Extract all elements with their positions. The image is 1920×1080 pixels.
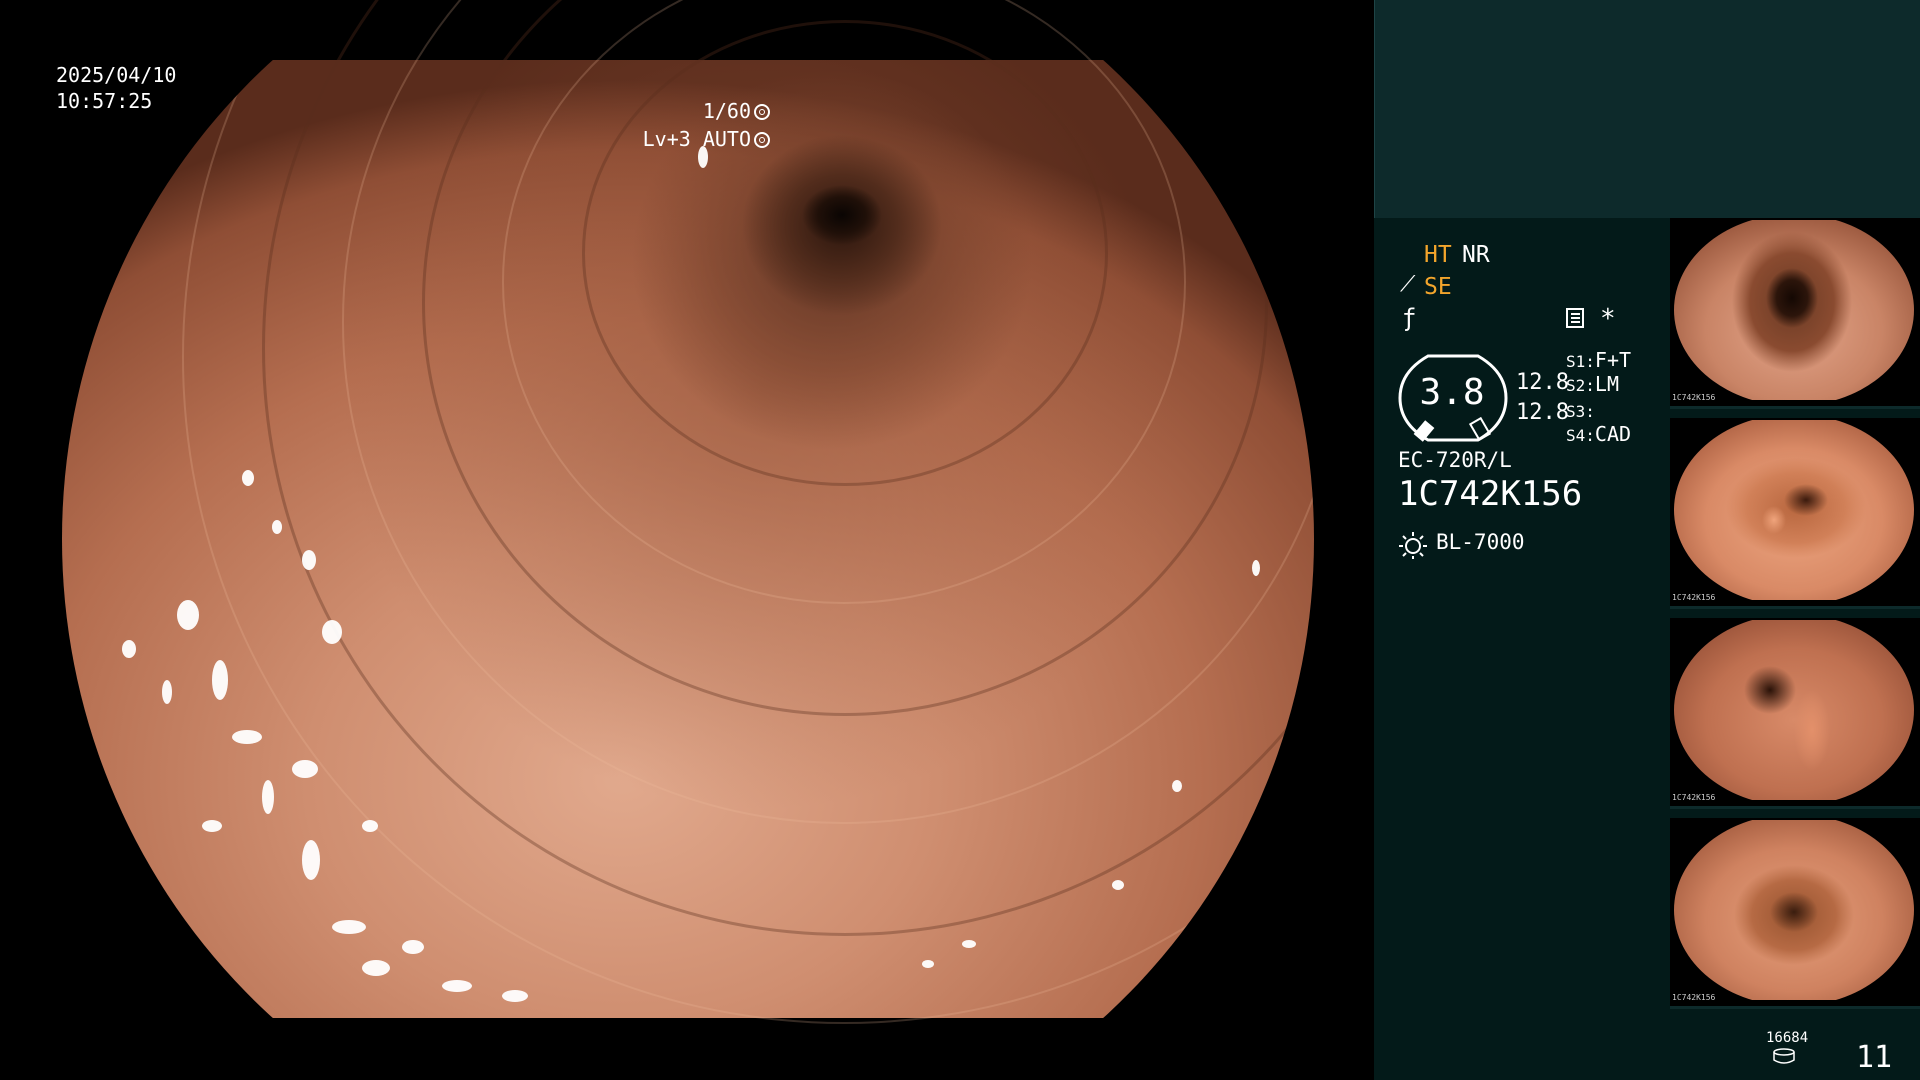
stored-count: 16684 [1766,1030,1809,1046]
thumbnail-image [1674,620,1914,800]
endoscope-live-view: 2025/04/10 10:57:25 1/60 Lv+3 AUTO [0,0,1372,1080]
thumbnail-caption: 1C742K156 [1672,993,1716,1002]
switch-1-value: F+T [1594,348,1632,372]
shutter-speed-value: 1/60 [702,99,751,123]
light-reflection [162,680,172,704]
gauge-value: 3.8 [1419,372,1485,413]
light-reflection [262,780,274,814]
top-status-panel [1374,0,1920,218]
f-mode-icon: ƒ [1402,304,1417,332]
light-source-model: BL-7000 [1436,530,1525,554]
light-source-icon [1399,532,1427,559]
switch-3-key: S3: [1566,402,1595,421]
database-icon [1773,1048,1795,1064]
thumbnail-caption: 1C742K156 [1672,593,1716,602]
capture-thumbnail[interactable]: 1C742K156 [1670,218,1920,409]
auto-iris-icon [754,132,770,148]
light-reflection [332,920,366,934]
light-reflection [272,520,282,534]
se-mode-icon: ⟋ [1400,272,1416,297]
setting-value-2: 12.8 [1516,400,1569,425]
switch-1-key: S1: [1566,352,1595,371]
light-reflection [242,470,254,486]
switch-2: S2:LM [1566,372,1619,396]
switch-4-key: S4: [1566,426,1595,445]
brightness-level: Lv+3 AUTO [643,126,770,152]
light-reflection [502,990,528,1002]
light-reflection [232,730,262,744]
colon-lumen-image [62,0,1314,1024]
shutter-speed: 1/60 [703,98,770,124]
light-reflection [302,840,320,880]
image-count: 11 [1856,1040,1893,1075]
switch-2-key: S2: [1566,376,1595,395]
exam-time: 10:57:25 [56,89,153,113]
ht-indicator: HT [1424,242,1452,268]
scope-model: EC-720R/L [1398,448,1512,472]
capture-thumbnail[interactable]: 1C742K156 [1670,818,1920,1009]
light-reflection [922,960,934,968]
light-reflection [292,760,318,778]
light-reflection [962,940,976,948]
light-reflection [322,620,342,644]
switch-4-value: CAD [1594,422,1632,446]
light-reflection [1252,560,1260,576]
thumbnail-image [1674,820,1914,1000]
light-reflection [202,820,222,832]
light-reflection [442,980,472,992]
se-indicator: SE [1424,274,1452,300]
thumbnail-caption: 1C742K156 [1672,393,1716,402]
list-icon [1566,308,1584,328]
capture-thumbnail[interactable]: 1C742K156 [1670,618,1920,809]
setting-value-1: 12.8 [1516,370,1569,395]
switch-2-value: LM [1594,372,1619,396]
light-reflection [1172,780,1182,792]
switch-4: S4:CAD [1566,422,1631,446]
thumbnail-image [1674,420,1914,600]
light-reflection [212,660,228,700]
brightness-level-value: Lv+3 AUTO [642,127,751,151]
light-reflection [402,940,424,954]
light-reflection [362,960,390,976]
mucosal-fold [182,0,1314,1024]
light-reflection [362,820,378,832]
nr-indicator: NR [1462,242,1490,268]
light-reflection [122,640,136,658]
star-icon: * [1600,304,1616,334]
light-reflection [177,600,199,630]
light-reflection [302,550,316,570]
capture-thumbnail[interactable]: 1C742K156 [1670,418,1920,609]
thumbnail-caption: 1C742K156 [1672,793,1716,802]
light-reflection [1112,880,1124,890]
aperture-icon [754,104,770,120]
switch-1: S1:F+T [1566,348,1631,372]
scope-serial: 1C742K156 [1398,474,1583,514]
thumbnail-image [1674,220,1914,400]
exam-date: 2025/04/10 [56,63,177,87]
switch-3: S3: [1566,398,1595,422]
